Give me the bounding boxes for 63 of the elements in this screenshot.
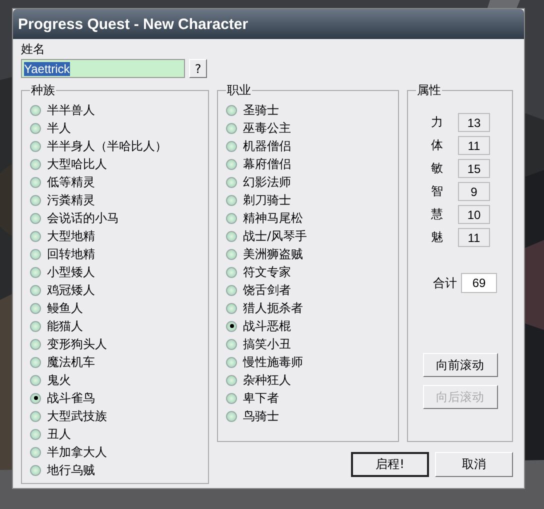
class-option[interactable]: 巫毒公主	[226, 119, 390, 137]
race-option[interactable]: 半半兽人	[30, 101, 200, 119]
class-option[interactable]: 精神马尾松	[226, 209, 390, 227]
race-option[interactable]: 鳗鱼人	[30, 299, 200, 317]
help-button[interactable]: ?	[189, 59, 207, 78]
group-title: 职业	[226, 82, 252, 99]
group-title: 属性	[416, 82, 442, 99]
race-option[interactable]: 魔法机车	[30, 353, 200, 371]
race-option[interactable]: 回转地精	[30, 245, 200, 263]
stat-label: 敏	[430, 160, 444, 177]
race-option[interactable]: 大型哈比人	[30, 155, 200, 173]
class-option[interactable]: 搞笑小丑	[226, 335, 390, 353]
class-option[interactable]: 圣骑士	[226, 101, 390, 119]
race-option[interactable]: 变形狗头人	[30, 335, 200, 353]
class-option[interactable]: 剃刀骑士	[226, 191, 390, 209]
total-value: 69	[461, 273, 497, 293]
stat-value: 11	[458, 228, 490, 247]
race-option[interactable]: 鸡冠矮人	[30, 281, 200, 299]
roll-button[interactable]: 向前滚动	[422, 353, 498, 377]
race-option[interactable]: 大型武技族	[30, 407, 200, 425]
class-option[interactable]: 机器僧侣	[226, 137, 390, 155]
total-label: 合计	[433, 274, 457, 292]
stat-label: 智	[430, 183, 444, 200]
class-option[interactable]: 卑下者	[226, 389, 390, 407]
race-option[interactable]: 半半身人（半哈比人）	[30, 137, 200, 155]
class-option[interactable]: 战斗恶棍	[226, 317, 390, 335]
race-option[interactable]: 小型矮人	[30, 263, 200, 281]
name-label: 姓名	[21, 41, 46, 57]
race-option[interactable]: 污粪精灵	[30, 191, 200, 209]
class-option[interactable]: 饶舌剑者	[226, 281, 390, 299]
class-option[interactable]: 幕府僧侣	[226, 155, 390, 173]
class-option[interactable]: 符文专家	[226, 263, 390, 281]
race-option[interactable]: 低等精灵	[30, 173, 200, 191]
stat-label: 力	[430, 114, 444, 131]
group-title: 种族	[30, 82, 56, 99]
stat-value: 9	[458, 182, 490, 201]
race-option[interactable]: 地行乌贼	[30, 461, 200, 479]
race-option[interactable]: 能猫人	[30, 317, 200, 335]
window-title: Progress Quest - New Character	[18, 16, 248, 32]
stat-value: 10	[458, 205, 490, 224]
race-option[interactable]: 丑人	[30, 425, 200, 443]
stat-label: 慧	[430, 206, 444, 223]
class-option[interactable]: 幻影法师	[226, 173, 390, 191]
class-option[interactable]: 战士/风琴手	[226, 227, 390, 245]
stat-label: 魅	[430, 229, 444, 246]
race-option[interactable]: 半加拿大人	[30, 443, 200, 461]
stat-value: 13	[458, 113, 490, 132]
race-option[interactable]: 大型地精	[30, 227, 200, 245]
race-option[interactable]: 鬼火	[30, 371, 200, 389]
class-option[interactable]: 鸟骑士	[226, 407, 390, 425]
stat-value: 11	[458, 136, 490, 155]
dialog-button[interactable]: 取消	[435, 452, 513, 477]
class-option[interactable]: 慢性施毒师	[226, 353, 390, 371]
class-option[interactable]: 猎人扼杀者	[226, 299, 390, 317]
race-option[interactable]: 战斗雀鸟	[30, 389, 200, 407]
stat-value: 15	[458, 159, 490, 178]
stat-label: 体	[430, 137, 444, 154]
name-field[interactable]: Yaettrick	[21, 59, 185, 78]
race-option[interactable]: 半人	[30, 119, 200, 137]
dialog-button[interactable]: 启程!	[351, 452, 429, 477]
race-option[interactable]: 会说话的小马	[30, 209, 200, 227]
class-option[interactable]: 杂种狂人	[226, 371, 390, 389]
class-option[interactable]: 美洲狮盗贼	[226, 245, 390, 263]
